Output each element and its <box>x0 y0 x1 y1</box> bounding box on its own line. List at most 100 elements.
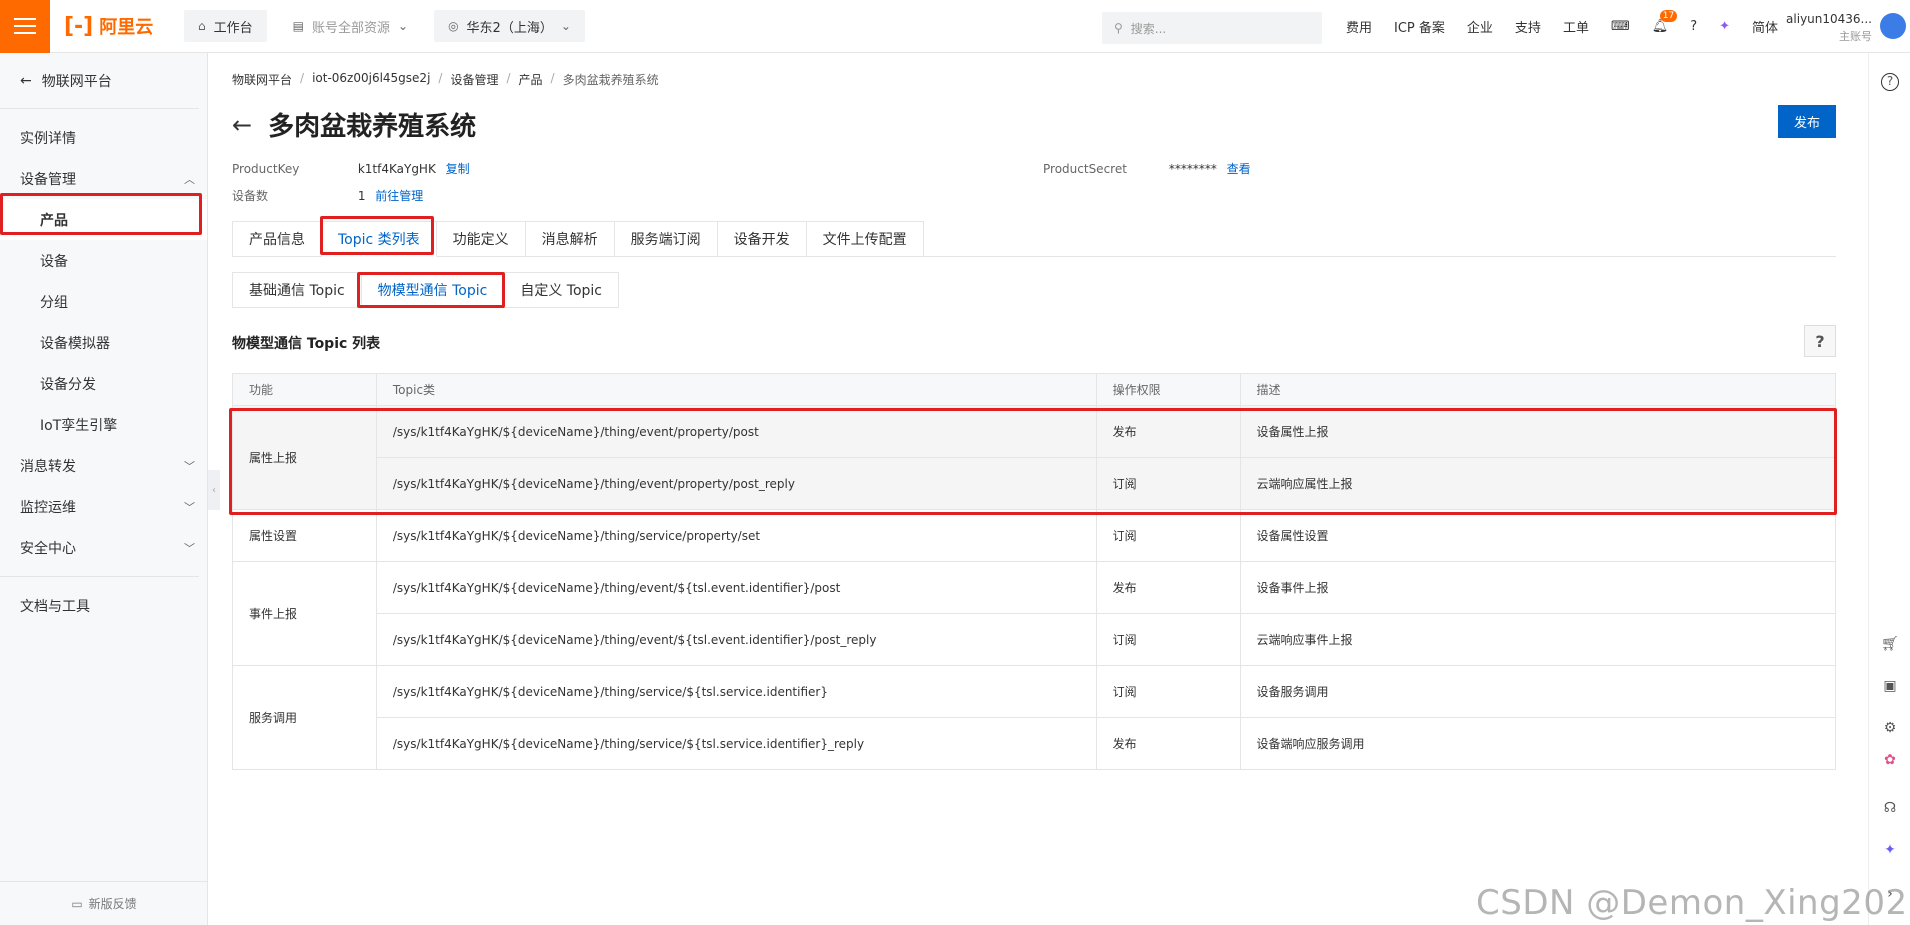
sidebar-item-message-forward[interactable]: 消息转发 ﹀ <box>0 445 207 486</box>
topic-cell: /sys/k1tf4KaYgHK/${deviceName}/thing/eve… <box>375 405 1097 458</box>
description-cell: 设备属性上报 <box>1239 405 1837 458</box>
subtab-custom-topic[interactable]: 自定义 Topic <box>504 272 620 308</box>
tab-server-subscription[interactable]: 服务端订阅 <box>614 221 718 257</box>
account-menu[interactable]: aliyun10436... 主账号 <box>1782 10 1872 46</box>
avatar[interactable] <box>1880 13 1906 39</box>
chevron-down-icon: ﹀ <box>184 500 195 514</box>
copy-link[interactable]: 复制 <box>446 162 470 176</box>
link-billing[interactable]: 费用 <box>1346 17 1372 36</box>
list-icon: ▤ <box>292 19 304 33</box>
cart-icon[interactable]: 🛒︎ <box>1879 633 1901 655</box>
gear-icon[interactable]: ⚙ <box>1879 717 1901 739</box>
notification-button[interactable]: 🔔︎ 17 <box>1652 10 1678 34</box>
search-icon: ⚲ <box>1114 21 1123 35</box>
sidebar-item-monitoring[interactable]: 监控运维 ﹀ <box>0 486 207 527</box>
subtab-basic-topic[interactable]: 基础通信 Topic <box>232 272 362 308</box>
sidebar-item-instance[interactable]: 实例详情 <box>0 117 207 158</box>
sidebar-item-label: 产品 <box>40 212 68 229</box>
description-cell: 云端响应属性上报 <box>1239 457 1837 510</box>
sidebar-item-label: IoT孪生引擎 <box>40 417 118 434</box>
chevron-down-icon: ⌄ <box>560 19 571 33</box>
topic-cell: /sys/k1tf4KaYgHK/${deviceName}/thing/eve… <box>375 561 1097 614</box>
product-secret-value: ******** <box>1168 162 1217 176</box>
group-cell: 属性设置 <box>232 509 377 562</box>
workbench-button[interactable]: ⌂ 工作台 <box>184 10 267 42</box>
sidebar-item-group[interactable]: 分组 <box>0 281 207 322</box>
sidebar-item-product[interactable]: 产品 <box>0 199 207 240</box>
sidebar-item-label: 分组 <box>40 294 68 311</box>
link-enterprise[interactable]: 企业 <box>1467 17 1493 36</box>
topic-cell: /sys/k1tf4KaYgHK/${deviceName}/thing/ser… <box>375 665 1097 718</box>
resources-label: 账号全部资源 <box>311 20 390 36</box>
assistant-icon[interactable]: ✦ <box>1879 839 1901 861</box>
sidebar-collapse-handle[interactable]: ‹ <box>208 470 220 510</box>
logo[interactable]: [-] 阿里云 <box>64 13 172 39</box>
table-row: /sys/k1tf4KaYgHK/${deviceName}/thing/ser… <box>233 717 1837 770</box>
column-header: 操作权限 <box>1095 373 1241 406</box>
tab-file-upload-config[interactable]: 文件上传配置 <box>806 221 924 257</box>
feedback-button[interactable]: ▭ 新版反馈 <box>0 881 208 925</box>
breadcrumb-item[interactable]: 物联网平台 <box>232 71 292 88</box>
sidebar-item-label: 设备 <box>40 253 68 270</box>
sidebar-item-security[interactable]: 安全中心 ﹀ <box>0 527 207 568</box>
breadcrumb-item[interactable]: iot-06z00j6l45gse2j <box>312 71 430 88</box>
subtab-thing-model-topic[interactable]: 物模型通信 Topic <box>361 272 505 308</box>
sidebar-item-twin-engine[interactable]: IoT孪生引擎 <box>0 404 207 445</box>
logo-mark-icon: [-] <box>64 13 94 39</box>
view-secret-link[interactable]: 查看 <box>1227 162 1251 176</box>
resources-dropdown[interactable]: ▤ 账号全部资源 ⌄ <box>279 10 422 42</box>
topic-table: 功能 Topic类 操作权限 描述 属性上报 /sys/k1tf4KaYgHK/… <box>232 373 1837 770</box>
tab-function-definition[interactable]: 功能定义 <box>436 221 526 257</box>
sidebar-item-simulator[interactable]: 设备模拟器 <box>0 322 207 363</box>
help-icon[interactable]: ? <box>1804 325 1836 357</box>
terminal-icon[interactable]: ⌨ <box>1611 19 1630 34</box>
manage-link[interactable]: 前往管理 <box>375 189 423 203</box>
link-ticket[interactable]: 工单 <box>1563 17 1589 36</box>
product-tabs: 产品信息 Topic 类列表 功能定义 消息解析 服务端订阅 设备开发 文件上传… <box>232 221 1836 257</box>
description-cell: 设备属性设置 <box>1239 509 1837 562</box>
ai-brain-icon[interactable]: ✿ <box>1879 749 1901 771</box>
region-dropdown[interactable]: ◎ 华东2（上海） ⌄ <box>434 10 585 42</box>
tab-device-development[interactable]: 设备开发 <box>717 221 807 257</box>
chip-icon[interactable]: ▣ <box>1879 675 1901 697</box>
column-header: Topic类 <box>375 373 1097 406</box>
headset-icon[interactable]: ☊ <box>1879 797 1901 819</box>
feedback-icon: ▭ <box>71 896 83 911</box>
tab-product-info[interactable]: 产品信息 <box>232 221 322 257</box>
link-support[interactable]: 支持 <box>1515 17 1541 36</box>
help-circle-icon[interactable]: ? <box>1690 19 1697 34</box>
device-count-row: 设备数 1 前往管理 <box>232 187 423 204</box>
help-circle-icon[interactable]: ? <box>1881 73 1899 91</box>
breadcrumb-item[interactable]: 设备管理 <box>450 71 498 88</box>
menu-icon[interactable] <box>0 0 50 53</box>
sidebar-item-distribution[interactable]: 设备分发 <box>0 363 207 404</box>
chevron-down-icon: ⌄ <box>398 19 409 33</box>
device-count-value: 1 <box>357 189 366 203</box>
publish-button[interactable]: 发布 <box>1778 105 1836 138</box>
breadcrumb-item[interactable]: 产品 <box>519 71 543 88</box>
back-arrow-icon[interactable]: ← <box>232 111 252 139</box>
search-input[interactable]: ⚲ 搜索... <box>1102 12 1322 44</box>
permission-cell: 订阅 <box>1095 613 1241 666</box>
sidebar-back[interactable]: ← 物联网平台 <box>0 53 199 109</box>
table-row: 属性设置 /sys/k1tf4KaYgHK/${deviceName}/thin… <box>232 509 1837 562</box>
permission-cell: 订阅 <box>1095 665 1241 718</box>
assistant-icon[interactable]: ✦ <box>1719 19 1730 34</box>
tab-topic-list[interactable]: Topic 类列表 <box>322 221 437 257</box>
topic-cell: /sys/k1tf4KaYgHK/${deviceName}/thing/ser… <box>375 509 1097 562</box>
chevron-up-icon: ︿ <box>184 172 195 186</box>
region-label: 华东2（上海） <box>466 20 553 36</box>
group-cell: 属性上报 <box>232 405 377 510</box>
tab-message-parsing[interactable]: 消息解析 <box>525 221 615 257</box>
sidebar-item-label: 实例详情 <box>20 130 76 147</box>
sidebar-item-docs[interactable]: 文档与工具 <box>0 585 207 626</box>
sidebar-item-device[interactable]: 设备 <box>0 240 207 281</box>
link-icp[interactable]: ICP 备案 <box>1394 17 1445 36</box>
permission-cell: 订阅 <box>1095 509 1241 562</box>
home-icon: ⌂ <box>198 19 206 33</box>
sidebar-item-device-management[interactable]: 设备管理 ︿ <box>0 158 207 199</box>
search-placeholder: 搜索... <box>1130 21 1167 36</box>
feedback-label: 新版反馈 <box>88 897 137 911</box>
permission-cell: 发布 <box>1095 561 1241 614</box>
language-switch[interactable]: 简体 <box>1752 17 1778 36</box>
